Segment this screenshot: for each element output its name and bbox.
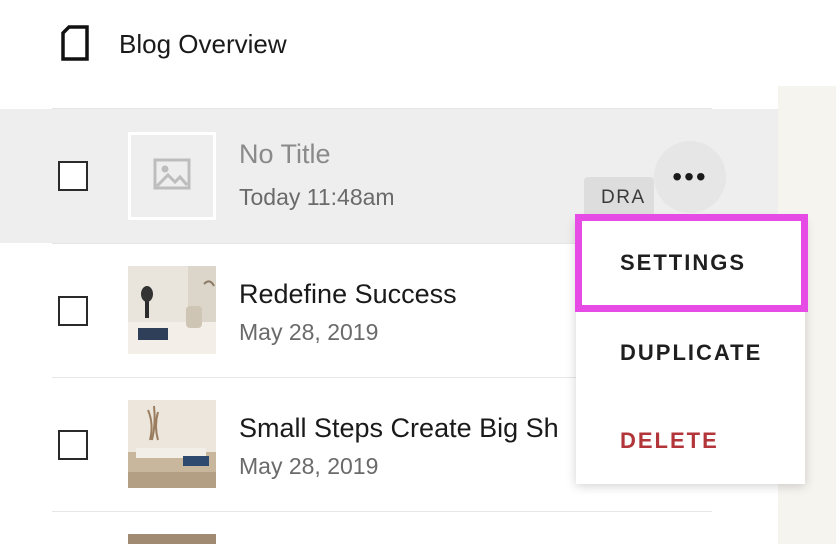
post-date: May 28, 2019 xyxy=(239,319,379,345)
post-title[interactable]: Redefine Success xyxy=(239,278,457,310)
page-icon xyxy=(60,25,90,66)
post-thumbnail xyxy=(128,132,216,220)
panel-header: Blog Overview xyxy=(0,0,778,108)
settings-menu-item[interactable]: SETTINGS xyxy=(576,219,805,307)
workspace-photo xyxy=(128,400,216,488)
desk-photo xyxy=(128,266,216,354)
more-options-button[interactable]: ••• xyxy=(654,141,726,213)
duplicate-menu-item[interactable]: DUPLICATE xyxy=(576,309,805,397)
post-title[interactable]: Small Steps Create Big Sh xyxy=(239,412,559,444)
divider xyxy=(52,511,712,512)
post-title[interactable]: No Title xyxy=(239,138,331,170)
post-date: Today 11:48am xyxy=(239,184,395,210)
post-thumbnail xyxy=(128,266,216,354)
post-checkbox[interactable] xyxy=(58,296,88,326)
page-title: Blog Overview xyxy=(119,29,287,59)
more-icon: ••• xyxy=(672,161,708,192)
image-placeholder-icon xyxy=(153,158,191,195)
post-date: May 28, 2019 xyxy=(239,453,379,479)
post-thumbnail xyxy=(128,400,216,488)
status-badge: DRA xyxy=(584,177,654,217)
post-checkbox[interactable] xyxy=(58,161,88,191)
context-menu: SETTINGS DUPLICATE DELETE xyxy=(576,219,805,484)
post-thumbnail xyxy=(128,534,216,544)
delete-menu-item[interactable]: DELETE xyxy=(576,397,805,485)
post-checkbox[interactable] xyxy=(58,430,88,460)
